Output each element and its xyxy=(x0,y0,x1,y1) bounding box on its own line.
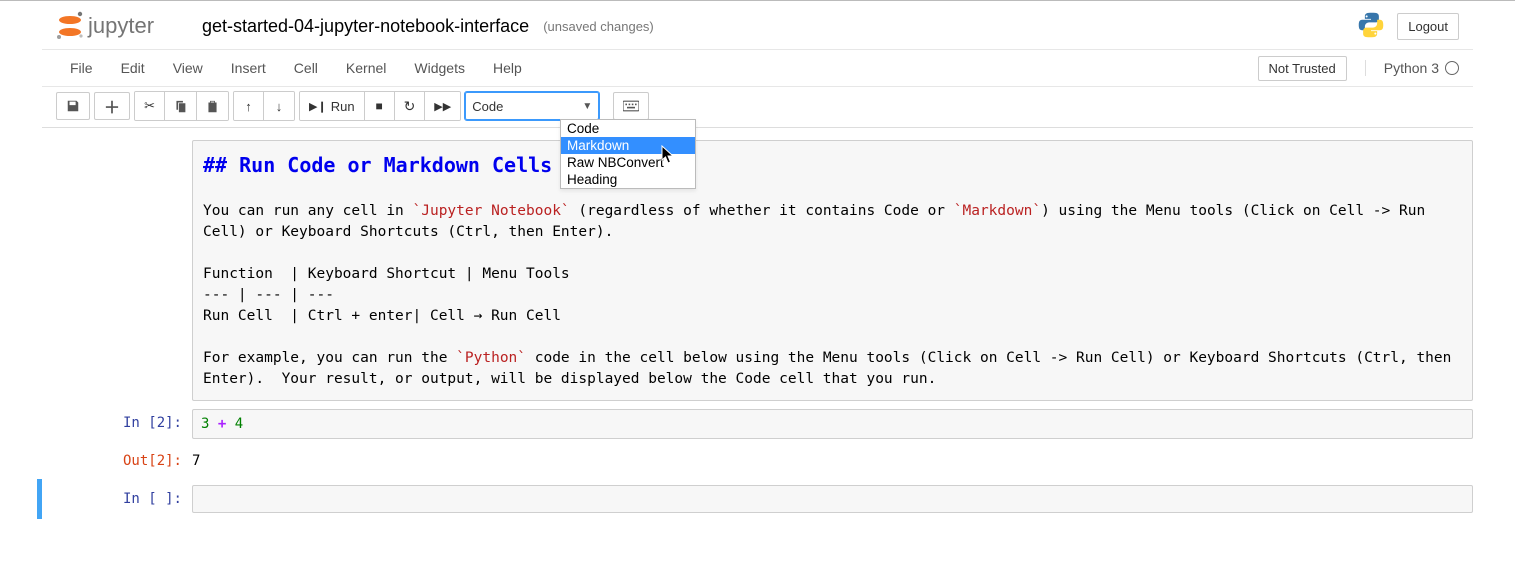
dropdown-option-heading[interactable]: Heading xyxy=(561,171,695,188)
menu-file[interactable]: File xyxy=(56,52,107,84)
md-p2a: For example, you can run the xyxy=(203,350,456,366)
md-p1a: You can run any cell in xyxy=(203,203,413,219)
move-up-button[interactable]: ↑ xyxy=(234,92,264,120)
copy-button[interactable] xyxy=(165,92,197,120)
menu-insert[interactable]: Insert xyxy=(217,52,280,84)
menu-widgets[interactable]: Widgets xyxy=(400,52,479,84)
plus-icon: ＋ xyxy=(104,94,120,118)
run-button[interactable]: ▶❙ Run xyxy=(300,92,365,120)
celltype-dropdown: Code Markdown Raw NBConvert Heading xyxy=(560,119,696,189)
save-status: (unsaved changes) xyxy=(543,19,654,34)
notebook-area: ## Run Code or Markdown Cells You can ru… xyxy=(0,128,1515,539)
kernel-indicator[interactable]: Python 3 xyxy=(1365,60,1459,76)
python-icon xyxy=(1357,11,1385,42)
save-icon xyxy=(66,99,80,113)
toolbar: ＋ ✂ ↑ ↓ ▶❙ Run ■ ↻ ▶▶ xyxy=(42,87,1473,128)
menubar: File Edit View Insert Cell Kernel Widget… xyxy=(42,50,1473,87)
dropdown-option-markdown[interactable]: Markdown xyxy=(561,137,695,154)
menu-help[interactable]: Help xyxy=(479,52,536,84)
menu-kernel[interactable]: Kernel xyxy=(332,52,400,84)
code-num2: 4 xyxy=(235,416,243,432)
kernel-name-label: Python 3 xyxy=(1384,60,1439,76)
cut-button[interactable]: ✂ xyxy=(135,92,165,120)
fast-forward-button[interactable]: ▶▶ xyxy=(425,92,460,120)
code-cell-1[interactable]: In [2]: 3 + 4 xyxy=(42,405,1473,443)
notebook-title[interactable]: get-started-04-jupyter-notebook-interfac… xyxy=(202,16,529,37)
paste-icon xyxy=(206,100,219,113)
markdown-cell[interactable]: ## Run Code or Markdown Cells You can ru… xyxy=(42,136,1473,405)
code-op: + xyxy=(209,416,234,432)
restart-button[interactable]: ↻ xyxy=(395,92,426,120)
jupyter-logo[interactable]: jupyter xyxy=(56,9,186,43)
out-prompt-1: Out[2]: xyxy=(42,447,192,475)
md-code1: `Jupyter Notebook` xyxy=(413,203,570,219)
stop-button[interactable]: ■ xyxy=(365,92,395,120)
md-table-header: Function | Keyboard Shortcut | Menu Tool… xyxy=(203,266,570,282)
arrow-up-icon: ↑ xyxy=(245,99,252,114)
in-prompt-1: In [2]: xyxy=(42,409,192,439)
markdown-editor[interactable]: ## Run Code or Markdown Cells You can ru… xyxy=(192,140,1473,401)
fast-forward-icon: ▶▶ xyxy=(434,100,451,113)
copy-icon xyxy=(174,100,187,113)
md-code2: `Markdown` xyxy=(954,203,1041,219)
menu-cell[interactable]: Cell xyxy=(280,52,332,84)
prompt-empty xyxy=(42,140,192,401)
move-down-button[interactable]: ↓ xyxy=(264,92,294,120)
celltype-select[interactable]: Code ▼ xyxy=(465,92,599,120)
dropdown-option-rawnbconvert[interactable]: Raw NBConvert xyxy=(561,154,695,171)
command-palette-button[interactable] xyxy=(613,92,649,120)
dropdown-option-code[interactable]: Code xyxy=(561,120,695,137)
code-input-1[interactable]: 3 + 4 xyxy=(192,409,1473,439)
logout-button[interactable]: Logout xyxy=(1397,13,1459,40)
save-button[interactable] xyxy=(56,92,90,120)
scissors-icon: ✂ xyxy=(144,98,155,114)
trust-indicator[interactable]: Not Trusted xyxy=(1258,56,1347,81)
run-label: Run xyxy=(331,99,355,114)
chevron-down-icon: ▼ xyxy=(582,101,592,112)
menu-view[interactable]: View xyxy=(159,52,217,84)
keyboard-icon xyxy=(623,100,639,112)
stop-icon: ■ xyxy=(375,99,382,113)
svg-text:jupyter: jupyter xyxy=(87,13,154,38)
menu-edit[interactable]: Edit xyxy=(107,52,159,84)
code-cell-1-output: Out[2]: 7 xyxy=(42,443,1473,479)
md-code3: `Python` xyxy=(456,350,526,366)
arrow-down-icon: ↓ xyxy=(276,99,283,114)
in-prompt-2: In [ ]: xyxy=(42,485,192,513)
md-table-sep: --- | --- | --- xyxy=(203,287,334,303)
celltype-selected-label: Code xyxy=(472,99,503,114)
output-text-1: 7 xyxy=(192,447,1473,475)
header: jupyter get-started-04-jupyter-notebook-… xyxy=(42,1,1473,50)
kernel-status-icon xyxy=(1445,61,1459,75)
md-heading: ## Run Code or Markdown Cells xyxy=(203,153,552,177)
add-cell-button[interactable]: ＋ xyxy=(94,92,130,120)
restart-icon: ↻ xyxy=(404,98,416,115)
run-icon: ▶❙ xyxy=(309,100,327,113)
code-cell-2[interactable]: In [ ]: xyxy=(37,479,1473,519)
md-table-row: Run Cell | Ctrl + enter| Cell → Run Cell xyxy=(203,308,561,324)
md-p1b: (regardless of whether it contains Code … xyxy=(570,203,954,219)
paste-button[interactable] xyxy=(197,92,228,120)
code-input-2[interactable] xyxy=(192,485,1473,513)
